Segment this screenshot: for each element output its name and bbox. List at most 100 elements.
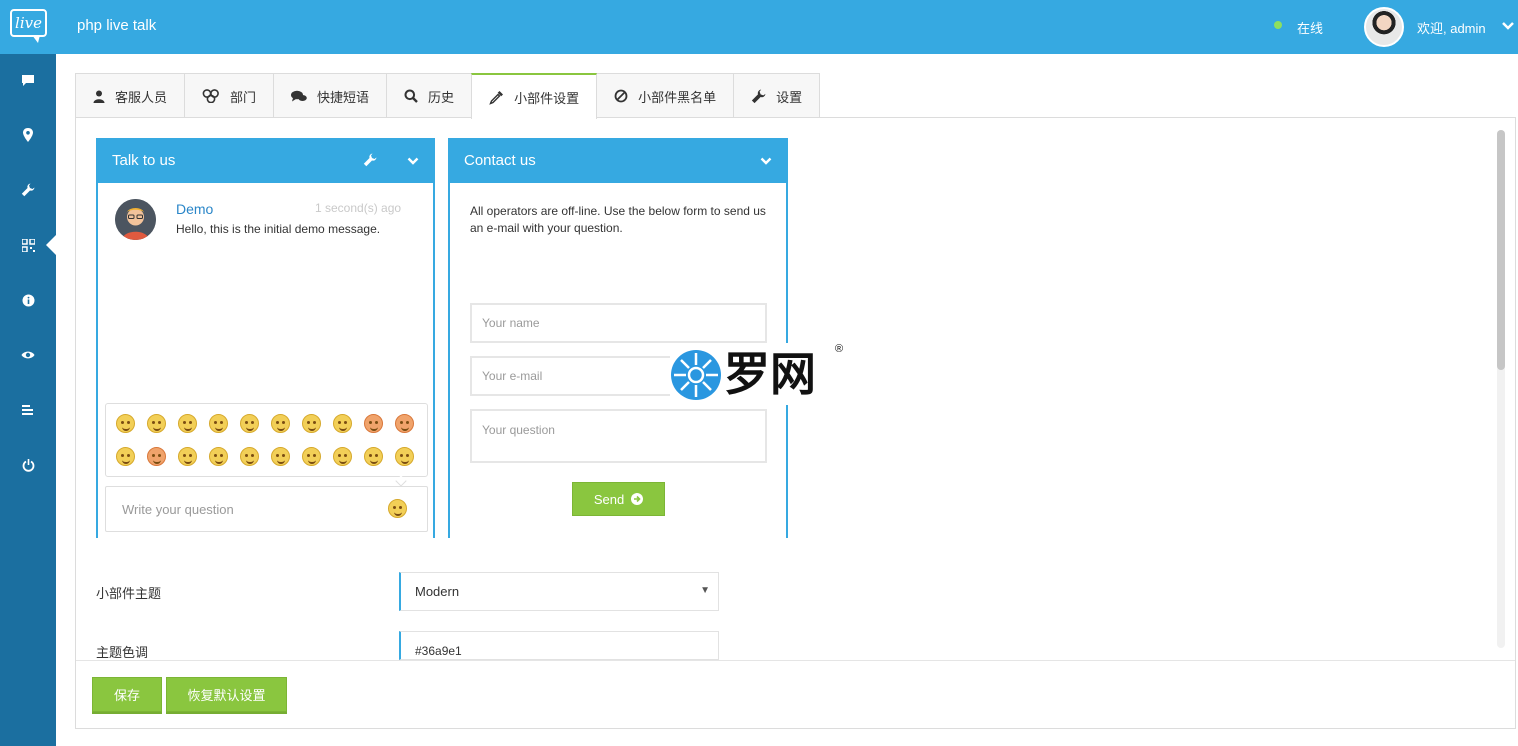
tab-canned-messages[interactable]: 快捷短语 xyxy=(273,73,388,118)
send-button[interactable]: Send xyxy=(572,482,665,516)
search-icon xyxy=(404,89,418,103)
registered-mark: ® xyxy=(835,343,844,355)
group-icon xyxy=(202,89,219,103)
theme-value: Modern xyxy=(415,584,460,599)
emoji-toggle-icon[interactable] xyxy=(388,499,407,518)
footer-divider xyxy=(76,660,1515,661)
tab-widget-settings[interactable]: 小部件设置 xyxy=(471,73,598,119)
color-label: 主题色调 xyxy=(96,645,149,660)
watermark-text: 罗网 xyxy=(724,347,816,401)
confused-emoji-icon[interactable] xyxy=(209,447,228,466)
qrcode-icon[interactable] xyxy=(19,236,37,254)
info-icon[interactable] xyxy=(19,291,37,309)
demo-avatar xyxy=(115,199,156,240)
tab-label: 小部件黑名单 xyxy=(638,89,717,105)
happy-emoji-icon[interactable] xyxy=(271,414,290,433)
wrench-icon xyxy=(751,89,766,103)
wrench-icon[interactable] xyxy=(363,153,377,167)
online-status-text: 在线 xyxy=(1297,21,1324,36)
message-text: Hello, this is the initial demo message. xyxy=(176,222,381,236)
scrollbar-thumb[interactable] xyxy=(1497,130,1505,370)
grin-emoji-icon[interactable] xyxy=(209,414,228,433)
tab-departments[interactable]: 部门 xyxy=(184,73,275,118)
laugh-emoji-icon[interactable] xyxy=(302,447,321,466)
tab-label: 历史 xyxy=(428,89,455,105)
emoji-picker xyxy=(105,403,428,487)
reset-defaults-button[interactable]: 恢复默认设置 xyxy=(166,677,287,712)
tab-label: 小部件设置 xyxy=(514,90,580,106)
caret-down-icon: ▼ xyxy=(700,585,710,596)
neutral-emoji-icon[interactable] xyxy=(302,414,321,433)
app-logo[interactable]: live xyxy=(10,9,47,43)
tab-operators[interactable]: 客服人员 xyxy=(75,73,186,118)
name-field[interactable]: Your name xyxy=(470,303,767,343)
contact-widget-title: Contact us xyxy=(464,152,536,169)
save-label: 保存 xyxy=(113,688,140,703)
emoji-row xyxy=(116,447,426,466)
tab-widget-blacklist[interactable]: 小部件黑名单 xyxy=(596,73,735,118)
color-input[interactable]: #36a9e1 xyxy=(399,631,719,660)
watermark-logo: 罗网 ® xyxy=(670,343,850,405)
chat-icon[interactable] xyxy=(19,71,37,89)
sidebar xyxy=(0,54,56,746)
angry-emoji-icon[interactable] xyxy=(364,414,383,433)
vertical-scrollbar[interactable] xyxy=(1497,130,1505,648)
worried-emoji-icon[interactable] xyxy=(271,447,290,466)
reset-label: 恢复默认设置 xyxy=(187,688,266,703)
top-bar: live php live talk 在线 欢迎, admin xyxy=(0,0,1518,54)
message-time: 1 second(s) ago xyxy=(315,201,402,215)
user-avatar[interactable] xyxy=(1364,7,1404,47)
eye-icon[interactable] xyxy=(19,346,37,364)
tab-label: 客服人员 xyxy=(115,89,168,105)
smile-emoji-icon[interactable] xyxy=(116,414,135,433)
theme-label: 小部件主题 xyxy=(96,586,162,601)
offline-message: All operators are off-line. Use the belo… xyxy=(470,204,766,235)
emoji-row xyxy=(116,414,426,433)
cool-emoji-icon[interactable] xyxy=(364,447,383,466)
active-nav-pointer xyxy=(46,235,56,255)
contact-question-field[interactable]: Your question xyxy=(470,409,767,463)
eyedropper-icon xyxy=(489,90,504,105)
contact-widget-header[interactable]: Contact us xyxy=(450,138,786,183)
welcome-text[interactable]: 欢迎, admin xyxy=(1417,18,1486,37)
chevron-down-icon[interactable] xyxy=(1501,19,1515,33)
talk-widget-header[interactable]: Talk to us xyxy=(98,138,433,183)
mad-emoji-icon[interactable] xyxy=(395,414,414,433)
meh-emoji-icon[interactable] xyxy=(333,414,352,433)
blush-emoji-icon[interactable] xyxy=(240,447,259,466)
talk-widget-title: Talk to us xyxy=(112,152,176,169)
chevron-down-icon[interactable] xyxy=(760,155,772,167)
tongue-emoji-icon[interactable] xyxy=(240,414,259,433)
love-emoji-icon[interactable] xyxy=(178,447,197,466)
tab-label: 部门 xyxy=(230,89,257,105)
arrow-circle-right-icon xyxy=(631,493,644,505)
list-icon[interactable] xyxy=(19,401,37,419)
question-input[interactable]: Write your question xyxy=(105,486,428,532)
map-marker-icon[interactable] xyxy=(19,126,37,144)
glasses-emoji-icon[interactable] xyxy=(116,447,135,466)
wink-emoji-icon[interactable] xyxy=(147,414,166,433)
talk-widget-preview: Talk to us Demo 1 second(s) ago Hello, t… xyxy=(96,138,435,538)
color-value: #36a9e1 xyxy=(415,644,462,658)
user-icon xyxy=(93,90,105,103)
lol-emoji-icon[interactable] xyxy=(395,447,414,466)
tab-history[interactable]: 历史 xyxy=(386,73,473,118)
settings-tabs: 客服人员 部门 快捷短语 历史 小部件设置 小部件黑名单 设置 xyxy=(75,73,821,119)
shock-emoji-icon[interactable] xyxy=(147,447,166,466)
comments-icon xyxy=(291,90,307,101)
tab-label: 快捷短语 xyxy=(317,89,370,105)
send-label: Send xyxy=(593,491,625,507)
app-title: php live talk xyxy=(77,17,157,34)
logo-text: live xyxy=(10,9,47,37)
power-icon[interactable] xyxy=(19,456,37,474)
chevron-down-icon[interactable] xyxy=(407,155,419,167)
online-status-dot xyxy=(1274,21,1282,29)
sad-emoji-icon[interactable] xyxy=(178,414,197,433)
save-button[interactable]: 保存 xyxy=(92,677,162,712)
tab-label: 设置 xyxy=(776,89,803,105)
theme-select[interactable]: Modern ▼ xyxy=(399,572,719,611)
tab-settings[interactable]: 设置 xyxy=(733,73,821,118)
contact-widget-preview: Contact us All operators are off-line. U… xyxy=(448,138,788,538)
silly-emoji-icon[interactable] xyxy=(333,447,352,466)
wrench-icon[interactable] xyxy=(19,181,37,199)
